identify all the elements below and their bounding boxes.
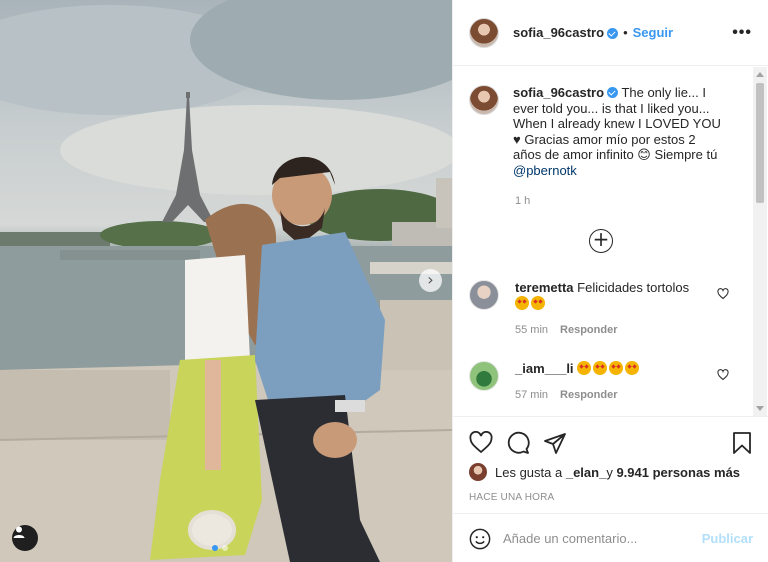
likes-prefix: Les gusta a — [495, 464, 563, 480]
star-eyes-emoji-icon — [625, 361, 640, 375]
liker-avatar[interactable] — [469, 463, 487, 481]
caption-username[interactable]: sofia_96castro — [513, 85, 604, 100]
caption-time[interactable]: 1 h — [515, 195, 530, 207]
publish-button[interactable]: Publicar — [702, 531, 753, 546]
comment-text: Felicidades tortolos — [573, 280, 690, 295]
comment-body: _iam___li 57 min Responder — [515, 361, 705, 403]
likes-count[interactable]: 9.941 personas más — [616, 465, 740, 480]
comment-input[interactable] — [503, 531, 693, 546]
comment-composer: Publicar — [453, 513, 768, 562]
follow-button[interactable]: Seguir — [633, 25, 673, 40]
caption-avatar[interactable] — [469, 85, 499, 115]
reply-button[interactable]: Responder — [560, 389, 617, 401]
carousel-dot-active — [212, 545, 218, 551]
comment-avatar[interactable] — [469, 361, 499, 391]
photo-scene — [0, 0, 452, 562]
author-username[interactable]: sofia_96castro — [513, 25, 604, 40]
likes-middle: y — [606, 464, 613, 480]
comment-meta: 55 min Responder — [515, 322, 705, 338]
post-header: sofia_96castro • Seguir ••• — [453, 0, 768, 66]
comments-list[interactable]: sofia_96castro The only lie... I ever to… — [453, 67, 753, 416]
scroll-up-arrow-icon[interactable] — [756, 72, 764, 77]
author-avatar[interactable] — [469, 17, 499, 48]
star-eyes-emoji-icon — [515, 296, 529, 310]
post-actions-area: Les gusta a _elan_ y 9.941 personas más … — [453, 416, 768, 549]
more-options-icon[interactable]: ••• — [732, 24, 752, 42]
comment-meta: 57 min Responder — [515, 387, 705, 403]
comment-item: _iam___li 57 min Responder — [469, 361, 749, 403]
star-eyes-emoji-icon — [609, 361, 624, 375]
star-eyes-emoji-icon — [531, 296, 545, 310]
share-icon[interactable] — [543, 431, 567, 455]
star-eyes-emoji-icon — [577, 361, 592, 375]
header-separator: • — [623, 25, 628, 40]
likes-user[interactable]: _elan_ — [566, 465, 606, 480]
scroll-down-arrow-icon[interactable] — [756, 406, 764, 411]
post-photo[interactable]: › — [0, 0, 452, 562]
plus-circle-icon[interactable]: + — [589, 229, 613, 253]
comment-username[interactable]: _iam___li — [515, 361, 574, 376]
carousel-dot — [222, 545, 228, 551]
likes-summary: Les gusta a _elan_ y 9.941 personas más — [469, 463, 740, 481]
caption-mention[interactable]: @pbernotk — [513, 163, 577, 178]
comment-avatar[interactable] — [469, 280, 499, 310]
posted-ago[interactable]: HACE UNA HORA — [469, 492, 554, 503]
comment-time[interactable]: 57 min — [515, 389, 548, 401]
comment-item: teremetta Felicidades tortolos 55 min Res… — [469, 280, 749, 338]
user-tag-icon — [13, 526, 25, 538]
action-icons-row — [469, 431, 753, 455]
post-caption: sofia_96castro The only lie... I ever to… — [469, 85, 723, 178]
comment-icon[interactable] — [506, 431, 530, 455]
verified-icon — [607, 87, 619, 98]
bookmark-icon[interactable] — [731, 431, 753, 455]
comments-scrollbar[interactable] — [753, 67, 767, 416]
user-tag-button[interactable] — [12, 525, 38, 551]
emoji-icon[interactable] — [469, 528, 491, 550]
comment-body: teremetta Felicidades tortolos 55 min Res… — [515, 280, 705, 338]
verified-icon — [607, 28, 619, 39]
carousel-next-button[interactable]: › — [419, 269, 442, 292]
comment-like-heart-icon[interactable] — [717, 369, 729, 381]
comment-username[interactable]: teremetta — [515, 280, 574, 295]
carousel-dots — [212, 545, 228, 551]
scroll-thumb[interactable] — [756, 83, 764, 203]
caption-text: sofia_96castro The only lie... I ever to… — [513, 85, 723, 178]
comment-time[interactable]: 55 min — [515, 324, 548, 336]
star-eyes-emoji-icon — [593, 361, 608, 375]
reply-button[interactable]: Responder — [560, 324, 617, 336]
comment-like-heart-icon[interactable] — [717, 288, 729, 300]
post-side-panel: sofia_96castro • Seguir ••• sofia_96cast… — [452, 0, 768, 562]
heart-icon[interactable] — [469, 431, 493, 455]
